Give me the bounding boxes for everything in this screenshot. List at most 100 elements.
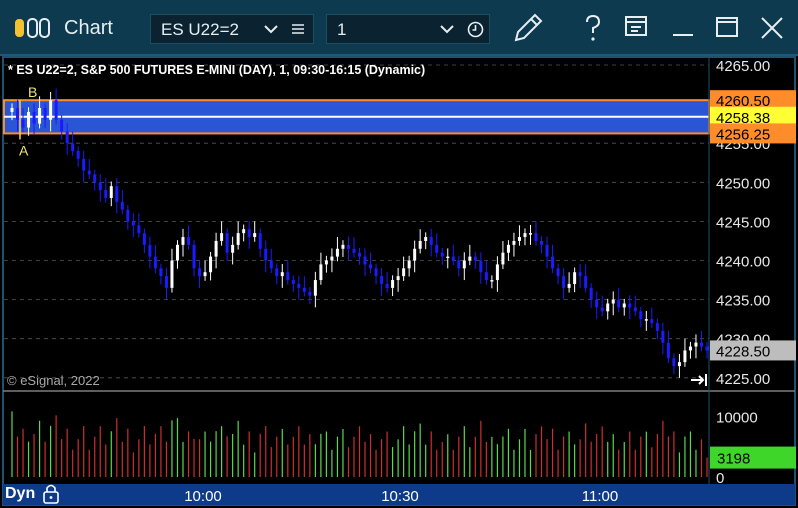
candle-body (435, 244, 439, 253)
help-icon[interactable] (582, 14, 604, 42)
candle-body (38, 108, 42, 124)
close-icon[interactable] (758, 14, 786, 42)
candle-body (567, 283, 571, 288)
price-chart[interactable]: BA 4265.004260.004255.004250.004245.0042… (0, 56, 798, 508)
candle-body (203, 272, 207, 277)
candle-body (424, 237, 428, 241)
time-tick-label: 10:30 (381, 488, 419, 505)
candle-body (164, 276, 168, 288)
candle-body (308, 291, 312, 296)
maximize-icon[interactable] (714, 14, 740, 40)
symbol-input[interactable]: ES U22=2 (150, 14, 314, 44)
candle-body (148, 244, 152, 257)
price-tick-label: 4225.00 (716, 371, 770, 388)
price-tick-label: 4240.00 (716, 254, 770, 271)
price-tick-label: 4250.00 (716, 175, 770, 192)
candle-body (98, 182, 102, 191)
candle-body (429, 237, 433, 245)
candle-body (291, 280, 295, 284)
candle-body (313, 280, 317, 296)
candle-body (109, 186, 113, 198)
candle-body (451, 256, 455, 261)
interval-input[interactable]: 1 (326, 14, 490, 44)
pencil-icon[interactable] (510, 12, 544, 44)
candle-body (639, 311, 643, 320)
candle-body (556, 268, 560, 277)
candle-body (82, 158, 86, 171)
candle-body (93, 174, 97, 183)
price-marker-label: 4256.25 (716, 126, 770, 143)
candle-body (551, 256, 555, 269)
price-tick-label: 4235.00 (716, 293, 770, 310)
candle-body (589, 287, 593, 300)
candle-body (517, 237, 521, 241)
candle-body (302, 287, 306, 292)
candle-body (479, 260, 483, 273)
clock-icon[interactable] (467, 21, 484, 38)
list-icon[interactable] (291, 22, 305, 36)
volume-last-label: 3198 (717, 451, 750, 468)
candle-body (617, 299, 621, 308)
candle-body (209, 256, 213, 273)
minimize-icon[interactable] (670, 14, 696, 40)
candle-body (192, 244, 196, 269)
candle-body (523, 233, 527, 238)
candle-body (16, 108, 20, 120)
candle-body (661, 330, 665, 343)
range-label-a: A (19, 142, 29, 158)
interval-value: 1 (337, 20, 347, 39)
candle-body (231, 244, 235, 253)
candle-body (650, 319, 654, 324)
candle-body (43, 108, 47, 120)
candle-body (71, 143, 75, 152)
candle-body (633, 307, 637, 312)
candle-body (396, 276, 400, 281)
candle-body (87, 170, 91, 175)
chevron-down-icon[interactable] (439, 23, 455, 35)
candle-body (688, 346, 692, 351)
candle-body (440, 252, 444, 257)
candle-body (600, 307, 604, 312)
candle-body (153, 256, 157, 269)
candle-body (672, 358, 676, 367)
candle-body (214, 240, 218, 257)
candle-body (528, 233, 532, 235)
candle-body (104, 190, 108, 198)
time-tick-label: 10:00 (184, 488, 222, 505)
candle-body (187, 237, 191, 245)
candle-body (236, 233, 240, 245)
candle-body (324, 260, 328, 265)
candle-body (275, 268, 279, 277)
candle-body (473, 256, 477, 261)
candle-body (457, 260, 461, 269)
candle-body (65, 131, 69, 144)
layout-icon[interactable] (624, 14, 650, 40)
candle-body (391, 280, 395, 288)
candle-body (644, 319, 648, 321)
range-label-b: B (28, 84, 37, 100)
candle-body (490, 280, 494, 282)
candle-body (330, 256, 334, 261)
candle-body (573, 272, 577, 284)
candle-body (699, 342, 703, 347)
price-tick-label: 4245.00 (716, 214, 770, 231)
candle-body (540, 240, 544, 245)
candle-body (611, 299, 615, 304)
candle-body (159, 268, 163, 277)
candle-body (220, 233, 224, 241)
chart-window: Chart ES U22=2 1 BA 4265.004260.004255.0… (0, 0, 798, 508)
chevron-down-icon[interactable] (263, 23, 279, 35)
candle-body (413, 248, 417, 261)
candle-body (170, 260, 174, 288)
dyn-mode-label[interactable]: Dyn (5, 485, 35, 503)
candle-body (54, 100, 58, 120)
candle-body (628, 303, 632, 308)
price-tick-label: 4265.00 (716, 58, 770, 75)
candle-body (468, 256, 472, 261)
candle-body (369, 264, 373, 269)
candle-body (181, 237, 185, 245)
candle-body (402, 268, 406, 277)
candle-body (27, 111, 31, 128)
app-logo-icon[interactable] (14, 17, 50, 39)
candle-body (363, 256, 367, 265)
